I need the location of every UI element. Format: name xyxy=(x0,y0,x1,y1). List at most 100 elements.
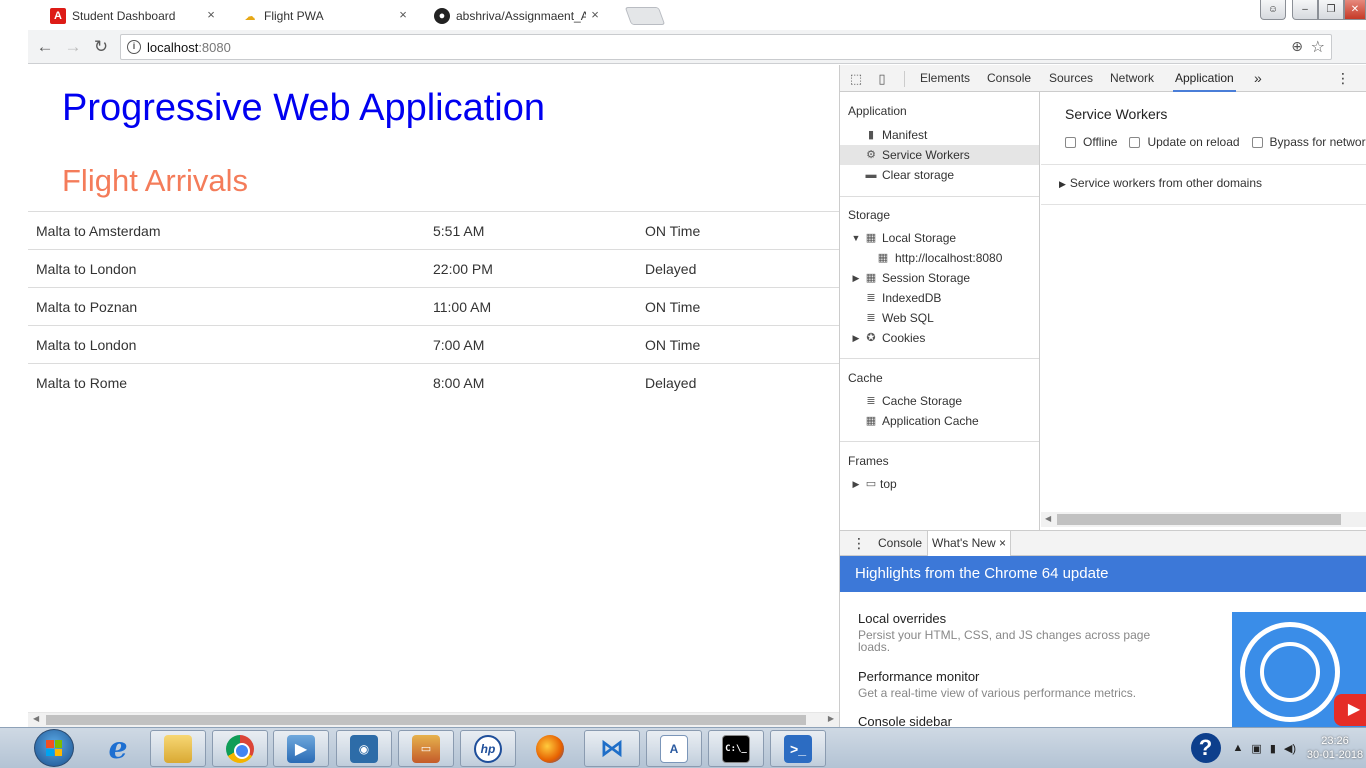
sidebar-item-service-workers[interactable]: ⚙ Service Workers xyxy=(840,145,1039,165)
pane-horizontal-scrollbar[interactable]: ◀ xyxy=(1041,512,1366,527)
close-icon[interactable]: × xyxy=(999,536,1006,550)
whats-new-item[interactable]: Local overrides Persist your HTML, CSS, … xyxy=(858,611,1178,653)
offline-checkbox[interactable]: Offline xyxy=(1065,135,1117,149)
tab-console[interactable]: Console xyxy=(985,65,1033,92)
tab-sources[interactable]: Sources xyxy=(1047,65,1095,92)
scroll-right-arrow-icon[interactable]: ▶ xyxy=(828,714,834,723)
new-tab-button[interactable] xyxy=(624,7,666,25)
whats-new-item[interactable]: Performance monitor Get a real-time view… xyxy=(858,669,1178,699)
sidebar-item-local-storage-origin[interactable]: ▦ http://localhost:8080 xyxy=(840,248,1039,268)
scrollbar-thumb[interactable] xyxy=(46,715,806,725)
tab-network[interactable]: Network xyxy=(1108,65,1156,92)
flight-route: Malta to Rome xyxy=(28,363,433,402)
drawer-tab-console[interactable]: Console xyxy=(878,531,922,556)
taskbar-powershell[interactable]: >_ xyxy=(770,730,826,767)
tab-student-dashboard[interactable]: A Student Dashboard × xyxy=(34,2,232,30)
update-on-reload-checkbox[interactable]: Update on reload xyxy=(1129,135,1240,149)
scroll-left-arrow-icon[interactable]: ◀ xyxy=(33,714,39,723)
tab-close-icon[interactable]: × xyxy=(588,8,602,22)
tab-close-icon[interactable]: × xyxy=(204,8,218,22)
taskbar-visual-studio-code[interactable]: ⋈ xyxy=(584,730,640,767)
sidebar-item-clear-storage[interactable]: ▬ Clear storage xyxy=(840,165,1039,185)
taskbar-chrome[interactable] xyxy=(212,730,268,767)
chrome-ring-graphic xyxy=(1260,642,1320,702)
zoom-icon[interactable]: ⊕ xyxy=(1291,38,1303,55)
sidebar-item-cache-storage[interactable]: ≣ Cache Storage xyxy=(840,391,1039,411)
pc-app-icon: ▭ xyxy=(412,734,440,763)
clock-date: 30-01-2018 xyxy=(1306,749,1364,761)
taskbar-command-prompt[interactable]: C:\_ xyxy=(708,730,764,767)
signal-icon[interactable]: ▮ xyxy=(1270,742,1276,755)
sidebar-item-label: Local Storage xyxy=(882,231,957,245)
collapsed-triangle-icon[interactable]: ▶ xyxy=(851,328,861,348)
volume-icon[interactable]: ◀) xyxy=(1284,742,1296,755)
bookmark-star-icon[interactable]: ☆ xyxy=(1311,37,1325,57)
tab-elements[interactable]: Elements xyxy=(918,65,972,92)
sidebar-item-manifest[interactable]: ▮ Manifest xyxy=(840,125,1039,145)
tab-close-icon[interactable]: × xyxy=(396,8,410,22)
scrollbar-thumb[interactable] xyxy=(1057,514,1341,525)
sidebar-item-local-storage[interactable]: ▼ ▦ Local Storage xyxy=(840,228,1039,248)
taskbar-media-player[interactable]: ▶ xyxy=(273,730,329,767)
other-domains-toggle[interactable]: ▶ Service workers from other domains xyxy=(1059,176,1262,190)
checkbox-box[interactable] xyxy=(1251,136,1263,148)
more-tabs-icon[interactable]: » xyxy=(1252,65,1264,92)
scroll-left-arrow-icon[interactable]: ◀ xyxy=(1045,514,1051,523)
forward-button[interactable]: → xyxy=(62,36,84,58)
chrome-update-video-thumbnail[interactable]: ▶ xyxy=(1232,612,1366,727)
collapsed-triangle-icon[interactable]: ▶ xyxy=(851,268,861,288)
network-icon[interactable]: ▣ xyxy=(1251,742,1261,755)
grid-icon: ▦ xyxy=(877,252,889,264)
url-host: localhost xyxy=(147,40,199,55)
taskbar-internet-explorer[interactable]: e xyxy=(90,730,146,767)
maximize-button[interactable]: ❐ xyxy=(1318,0,1344,20)
start-button[interactable] xyxy=(34,729,74,767)
checkbox-box[interactable] xyxy=(1065,136,1076,148)
close-window-button[interactable]: ✕ xyxy=(1344,0,1366,20)
sidebar-item-websql[interactable]: ≣ Web SQL xyxy=(840,308,1039,328)
sidebar-item-indexeddb[interactable]: ≣ IndexedDB xyxy=(840,288,1039,308)
taskbar-eye-app[interactable]: ◉ xyxy=(336,730,392,767)
bypass-for-network-checkbox[interactable]: Bypass for network xyxy=(1251,135,1366,149)
drawer-menu-icon[interactable]: ⋮ xyxy=(852,531,866,556)
flight-status: ON Time xyxy=(645,211,839,250)
sidebar-item-session-storage[interactable]: ▶ ▦ Session Storage xyxy=(840,268,1039,288)
taskbar-document-app[interactable]: A xyxy=(646,730,702,767)
sidebar-item-frame-top[interactable]: ▶ ▭ top xyxy=(840,474,1039,494)
sidebar-item-label: IndexedDB xyxy=(882,291,942,305)
checkbox-box[interactable] xyxy=(1129,136,1141,148)
back-button[interactable]: ← xyxy=(34,36,56,58)
whats-new-item[interactable]: Console sidebar xyxy=(858,714,1178,727)
device-toolbar-icon[interactable]: ▯ xyxy=(874,71,890,87)
minimize-button[interactable]: – xyxy=(1292,0,1318,20)
tab-application[interactable]: Application xyxy=(1173,65,1236,92)
address-bar[interactable]: i localhost:8080 ⊕ ☆ xyxy=(120,34,1332,60)
taskbar-pc-app[interactable]: ▭ xyxy=(398,730,454,767)
user-icon[interactable]: ☺ xyxy=(1260,0,1286,20)
collapsed-triangle-icon: ▶ xyxy=(1059,179,1066,189)
taskbar-firefox[interactable] xyxy=(522,730,578,767)
youtube-play-icon[interactable]: ▶ xyxy=(1334,694,1366,726)
sidebar-item-label: Service Workers xyxy=(882,148,970,162)
show-hidden-icons-icon[interactable]: ▲ xyxy=(1233,742,1244,754)
flight-status: ON Time xyxy=(645,287,839,326)
tab-flight-pwa[interactable]: ☁ Flight PWA × xyxy=(226,2,424,30)
devtools-menu-icon[interactable]: ⋮ xyxy=(1334,65,1352,92)
taskbar-file-explorer[interactable] xyxy=(150,730,206,767)
clock[interactable]: 23:26 30-01-2018 xyxy=(1304,734,1366,762)
reload-button[interactable]: ↻ xyxy=(90,36,112,58)
site-info-icon[interactable]: i xyxy=(127,40,141,54)
table-row: Malta to Rome 8:00 AM Delayed xyxy=(28,363,839,402)
help-icon[interactable]: ? xyxy=(1190,733,1221,763)
url-port: :8080 xyxy=(198,40,231,55)
tab-github[interactable]: ● abshriva/Assignmaent_A × xyxy=(418,2,616,30)
taskbar-hp-app[interactable]: hp xyxy=(460,730,516,767)
expanded-triangle-icon[interactable]: ▼ xyxy=(851,228,861,248)
database-icon: ≣ xyxy=(866,312,876,324)
sidebar-item-application-cache[interactable]: ▦ Application Cache xyxy=(840,411,1039,431)
page-horizontal-scrollbar[interactable]: ◀ ▶ xyxy=(28,712,839,727)
drawer-tab-whats-new[interactable]: What's New × xyxy=(927,531,1011,556)
inspect-element-icon[interactable]: ⬚ xyxy=(848,71,864,87)
collapsed-triangle-icon[interactable]: ▶ xyxy=(851,474,861,494)
sidebar-item-cookies[interactable]: ▶ ✪ Cookies xyxy=(840,328,1039,348)
